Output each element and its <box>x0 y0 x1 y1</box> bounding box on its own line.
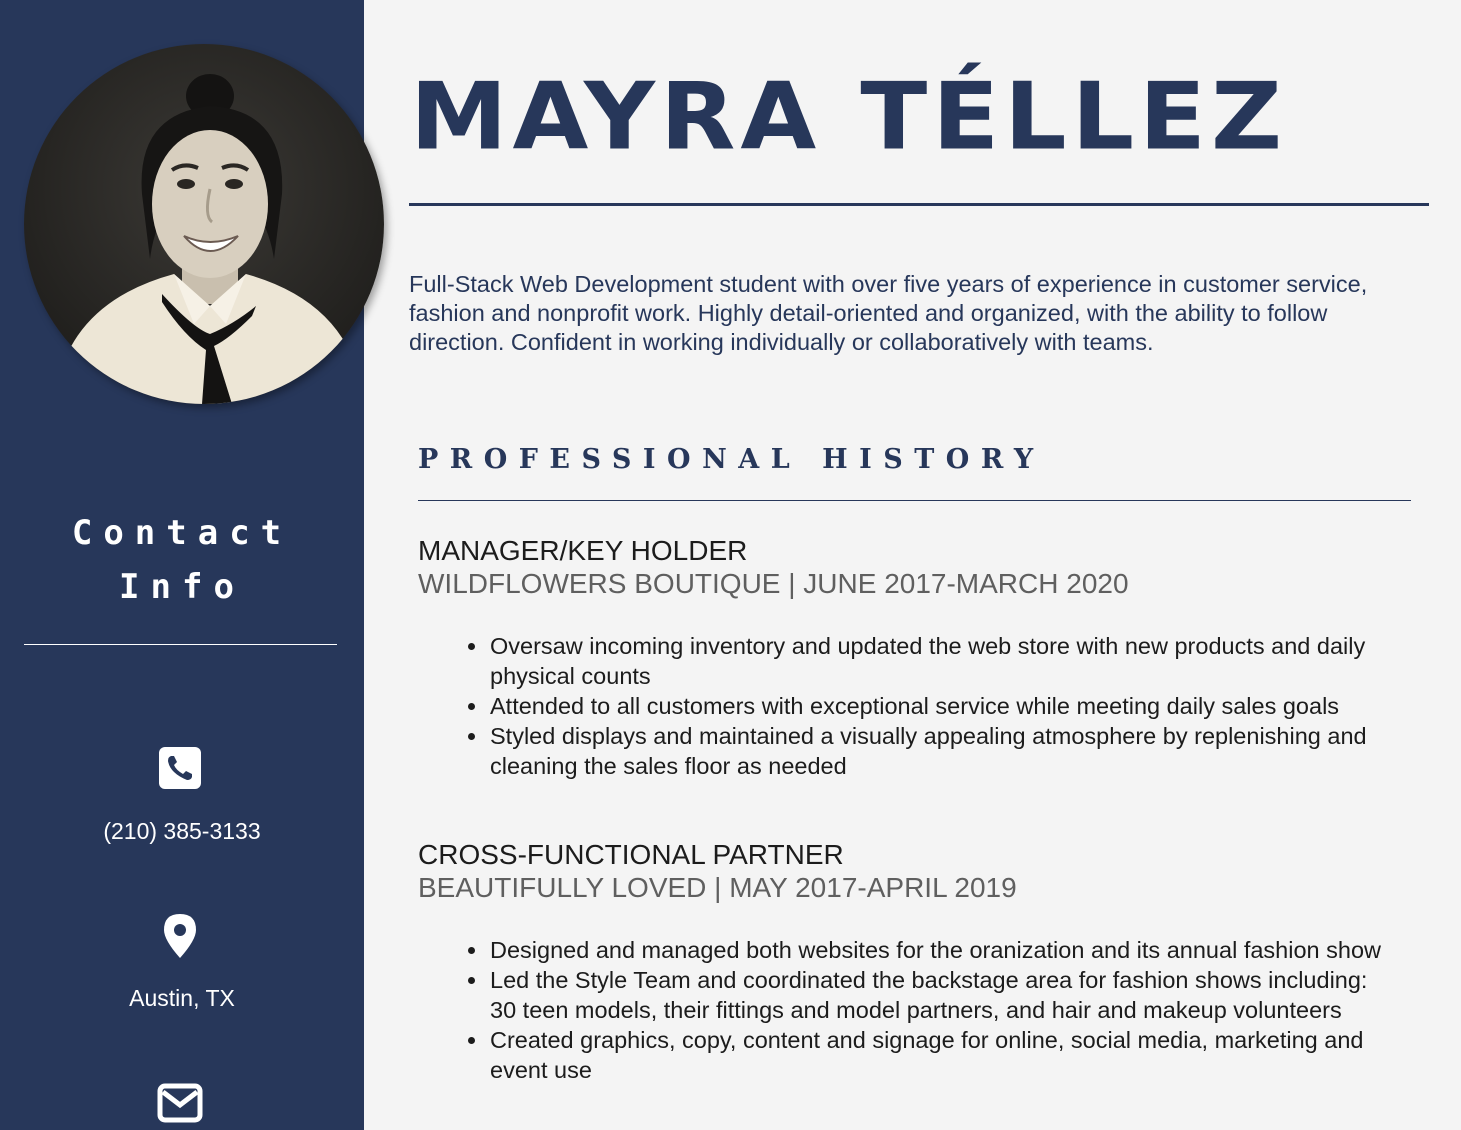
phone-icon <box>159 747 201 789</box>
name-divider <box>409 203 1429 206</box>
job-meta: WILDFLOWERS BOUTIQUE | JUNE 2017-MARCH 2… <box>418 568 1129 599</box>
contact-info-heading-line2: Info <box>119 567 245 607</box>
list-item: Created graphics, copy, content and sign… <box>468 1025 1390 1085</box>
list-item: Styled displays and maintained a visuall… <box>468 721 1390 781</box>
job-meta: BEAUTIFULLY LOVED | MAY 2017-APRIL 2019 <box>418 872 1017 903</box>
sidebar-divider <box>24 644 337 645</box>
list-item: Oversaw incoming inventory and updated t… <box>468 631 1390 691</box>
job-title: MANAGER/KEY HOLDER <box>418 535 748 566</box>
phone-number[interactable]: (210) 385-3133 <box>0 816 364 846</box>
summary-text: Full-Stack Web Development student with … <box>409 271 1368 355</box>
section-title: PROFESSIONAL HISTORY <box>418 444 1045 475</box>
envelope-icon[interactable] <box>157 1080 203 1126</box>
main-content: MAYRA TÉLLEZ Full-Stack Web Development … <box>364 0 1461 1130</box>
section-divider <box>418 500 1411 501</box>
job-bullets: Oversaw incoming inventory and updated t… <box>468 631 1390 781</box>
list-item: Led the Style Team and coordinated the b… <box>468 965 1390 1025</box>
list-item: Designed and managed both websites for t… <box>468 935 1390 965</box>
profile-photo-image <box>24 44 384 404</box>
page-title: MAYRA TÉLLEZ <box>410 62 1288 172</box>
profile-photo <box>24 44 384 404</box>
contact-info-heading-line1: Contact <box>71 513 293 553</box>
map-pin-icon <box>164 914 196 958</box>
list-item: Attended to all customers with exception… <box>468 691 1390 721</box>
job-title: CROSS-FUNCTIONAL PARTNER <box>418 839 844 870</box>
sidebar: Contact Info (210) 385-3133 Austin, TX <box>0 0 384 1130</box>
location-text: Austin, TX <box>129 985 235 1011</box>
job-bullets: Designed and managed both websites for t… <box>468 935 1390 1085</box>
